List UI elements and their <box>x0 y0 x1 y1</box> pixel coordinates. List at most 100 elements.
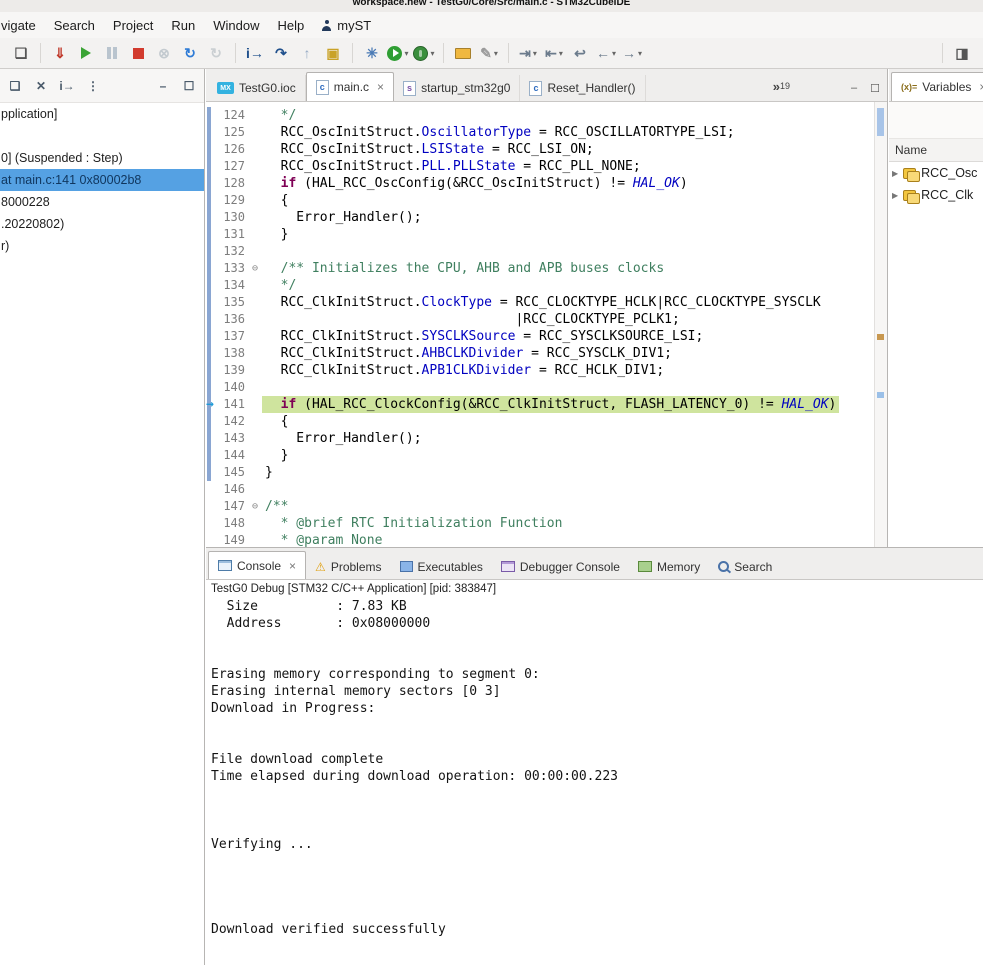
menu-item-vigate[interactable]: vigate <box>0 15 45 36</box>
code-line-138[interactable]: 138 RCC_ClkInitStruct.AHBCLKDivider = RC… <box>206 345 887 362</box>
tab-overflow-button[interactable]: »19 <box>773 79 790 101</box>
code-line-133[interactable]: 133⊖ /** Initializes the CPU, AHB and AP… <box>206 260 887 277</box>
code-line-144[interactable]: 144 } <box>206 447 887 464</box>
external-tools-icon[interactable]: ✎▾ <box>477 41 501 65</box>
processes-icon[interactable]: ❏ <box>6 76 24 96</box>
debug-tree-row[interactable]: at main.c:141 0x80002b8 <box>0 169 204 191</box>
console-tab-problems[interactable]: ⚠Problems <box>306 554 390 579</box>
code-line-125[interactable]: 125 RCC_OscInitStruct.OscillatorType = R… <box>206 124 887 141</box>
view-menu-icon[interactable]: ⋮ <box>84 76 102 96</box>
open-perspective-icon[interactable]: ◨ <box>950 41 974 65</box>
terminate-icon[interactable] <box>126 41 150 65</box>
debug-tree-row[interactable]: 8000228 <box>0 191 204 213</box>
fold-marker-icon[interactable]: ⊖ <box>248 498 262 515</box>
debug-icon[interactable]: ▾ <box>412 41 436 65</box>
code-line-136[interactable]: 136 |RCC_CLOCKTYPE_PCLK1; <box>206 311 887 328</box>
maximize-icon[interactable]: ☐ <box>180 76 198 96</box>
dropdown-arrow-icon[interactable]: ▾ <box>494 49 498 58</box>
code-line-143[interactable]: 143 Error_Handler(); <box>206 430 887 447</box>
code-line-129[interactable]: 129 { <box>206 192 887 209</box>
minimize-icon[interactable]: – <box>154 76 172 96</box>
terminate-relaunch-icon[interactable]: ↻ <box>204 41 228 65</box>
code-line-139[interactable]: 139 RCC_ClkInitStruct.APB1CLKDivider = R… <box>206 362 887 379</box>
code-line-140[interactable]: 140 <box>206 379 887 396</box>
resume-icon[interactable] <box>74 41 98 65</box>
minimize-icon[interactable]: – <box>845 78 863 98</box>
maximize-icon[interactable]: ☐ <box>866 78 884 98</box>
code-editor[interactable]: 124 */125 RCC_OscInitStruct.OscillatorTy… <box>206 102 887 547</box>
menu-item-window[interactable]: Window <box>204 15 268 36</box>
back-icon[interactable]: ←▾ <box>594 41 618 65</box>
code-line-130[interactable]: 130 Error_Handler(); <box>206 209 887 226</box>
code-line-128[interactable]: 128 if (HAL_RCC_OscConfig(&RCC_OscInitSt… <box>206 175 887 192</box>
expand-arrow-icon[interactable]: ▶ <box>892 169 898 178</box>
restart-icon[interactable]: ↻ <box>178 41 202 65</box>
code-line-149[interactable]: 149 * @param None <box>206 532 887 547</box>
code-line-124[interactable]: 124 */ <box>206 107 887 124</box>
code-line-134[interactable]: 134 */ <box>206 277 887 294</box>
overview-ip-mark[interactable] <box>877 392 884 398</box>
console-tab-search[interactable]: Search <box>709 554 781 579</box>
debug-launch-tree[interactable]: pplication] 0] (Suspended : Step)at main.… <box>0 103 204 257</box>
forward-icon[interactable]: →▾ <box>620 41 644 65</box>
console-tab-debugger-console[interactable]: Debugger Console <box>492 554 629 579</box>
code-line-127[interactable]: 127 RCC_OscInitStruct.PLL.PLLState = RCC… <box>206 158 887 175</box>
code-line-145[interactable]: 145} <box>206 464 887 481</box>
code-line-146[interactable]: 146 <box>206 481 887 498</box>
debug-tree-row[interactable]: pplication] <box>0 103 204 125</box>
console-tab-memory[interactable]: Memory <box>629 554 709 579</box>
open-folder-icon[interactable] <box>451 41 475 65</box>
fold-marker-icon[interactable]: ⊖ <box>248 260 262 277</box>
dropdown-arrow-icon[interactable]: ▾ <box>559 49 563 58</box>
flash-download-icon[interactable]: ⇓ <box>48 41 72 65</box>
remove-terminated-icon[interactable]: ✕ <box>32 76 50 96</box>
run-icon[interactable]: ▾ <box>386 41 410 65</box>
variable-row[interactable]: ▶RCC_Clk <box>889 184 983 206</box>
dropdown-arrow-icon[interactable]: ▾ <box>638 49 642 58</box>
disconnect-icon[interactable]: ⊗ <box>152 41 176 65</box>
new-file-icon[interactable]: ❏ <box>9 41 33 65</box>
menu-item-project[interactable]: Project <box>104 15 162 36</box>
code-line-141[interactable]: →141 if (HAL_RCC_ClockConfig(&RCC_ClkIni… <box>206 396 887 413</box>
previous-annotation-icon[interactable]: ⇤▾ <box>542 41 566 65</box>
close-icon[interactable]: × <box>979 80 983 94</box>
editor-tab-reset-handler-[interactable]: cReset_Handler() <box>520 75 645 101</box>
variables-name-column-header[interactable]: Name <box>889 139 983 162</box>
tab-variables[interactable]: (x)= Variables × <box>891 72 983 101</box>
console-output-area[interactable]: TestG0 Debug [STM32 C/C++ Application] [… <box>206 580 983 965</box>
code-line-132[interactable]: 132 <box>206 243 887 260</box>
step-mode-icon[interactable]: i→ <box>58 76 76 96</box>
menu-item-run[interactable]: Run <box>162 15 204 36</box>
suspend-icon[interactable] <box>100 41 124 65</box>
next-annotation-icon[interactable]: ⇥▾ <box>516 41 540 65</box>
overview-range-mark[interactable] <box>877 108 884 136</box>
debug-tree-row[interactable]: r) <box>0 235 204 257</box>
dropdown-arrow-icon[interactable]: ▾ <box>430 49 434 58</box>
overview-ruler[interactable] <box>874 102 887 547</box>
overview-warning-mark[interactable] <box>877 334 884 340</box>
last-edit-location-icon[interactable]: ↩ <box>568 41 592 65</box>
editor-tab-testg0-ioc[interactable]: MXTestG0.ioc <box>208 75 306 101</box>
code-line-142[interactable]: 142 { <box>206 413 887 430</box>
myst-account-button[interactable]: myST <box>313 15 379 36</box>
code-line-126[interactable]: 126 RCC_OscInitStruct.LSIState = RCC_LSI… <box>206 141 887 158</box>
code-line-148[interactable]: 148 * @brief RTC Initialization Function <box>206 515 887 532</box>
code-line-135[interactable]: 135 RCC_ClkInitStruct.ClockType = RCC_CL… <box>206 294 887 311</box>
code-line-137[interactable]: 137 RCC_ClkInitStruct.SYSCLKSource = RCC… <box>206 328 887 345</box>
close-icon[interactable]: × <box>289 559 296 573</box>
variable-row[interactable]: ▶RCC_Osc <box>889 162 983 184</box>
step-return-icon[interactable]: ↑ <box>295 41 319 65</box>
dropdown-arrow-icon[interactable]: ▾ <box>612 49 616 58</box>
close-icon[interactable]: × <box>377 80 384 94</box>
debug-tree-row[interactable]: 0] (Suspended : Step) <box>0 147 204 169</box>
editor-tab-main-c[interactable]: cmain.c× <box>306 72 394 101</box>
menu-item-search[interactable]: Search <box>45 15 104 36</box>
new-wizard-icon[interactable]: ✳ <box>360 41 384 65</box>
console-tab-console[interactable]: Console× <box>208 551 306 579</box>
dropdown-arrow-icon[interactable]: ▾ <box>404 49 408 58</box>
code-line-147[interactable]: 147⊖/** <box>206 498 887 515</box>
debug-tree-row[interactable] <box>0 125 204 147</box>
expand-arrow-icon[interactable]: ▶ <box>892 191 898 200</box>
step-over-icon[interactable]: ↷ <box>269 41 293 65</box>
debug-tree-row[interactable]: .20220802) <box>0 213 204 235</box>
